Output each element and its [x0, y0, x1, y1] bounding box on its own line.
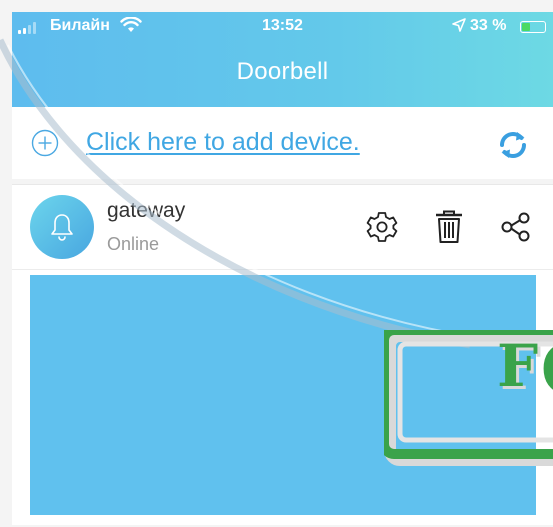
doorbell-screen: Билайн 13:52 33 % Doorbell Click here to…	[0, 0, 553, 527]
refresh-icon[interactable]	[496, 128, 530, 162]
add-device-link[interactable]: Click here to add device.	[86, 128, 360, 157]
app-header: Билайн 13:52 33 % Doorbell	[12, 12, 553, 107]
add-device-bar: Click here to add device.	[12, 107, 553, 179]
battery-percentage: 33 %	[470, 17, 507, 34]
camera-preview[interactable]	[30, 275, 536, 515]
battery-charging-icon	[520, 21, 546, 33]
device-card: gateway Online	[12, 184, 553, 525]
plus-circle-icon[interactable]	[31, 129, 59, 157]
wifi-icon	[120, 16, 142, 38]
status-bar: Билайн 13:52 33 %	[12, 12, 553, 42]
location-arrow-icon	[452, 18, 466, 37]
bell-icon	[51, 214, 73, 241]
device-name: gateway	[107, 199, 186, 222]
trash-icon[interactable]	[432, 209, 466, 245]
status-time: 13:52	[262, 17, 303, 34]
share-icon[interactable]	[499, 209, 533, 245]
signal-icon	[18, 22, 36, 34]
gear-icon[interactable]	[365, 209, 399, 245]
device-status: Online	[107, 234, 160, 254]
carrier-name: Билайн	[50, 17, 110, 34]
card-divider	[12, 269, 553, 270]
device-avatar	[30, 195, 94, 259]
page-title: Doorbell	[236, 58, 329, 85]
